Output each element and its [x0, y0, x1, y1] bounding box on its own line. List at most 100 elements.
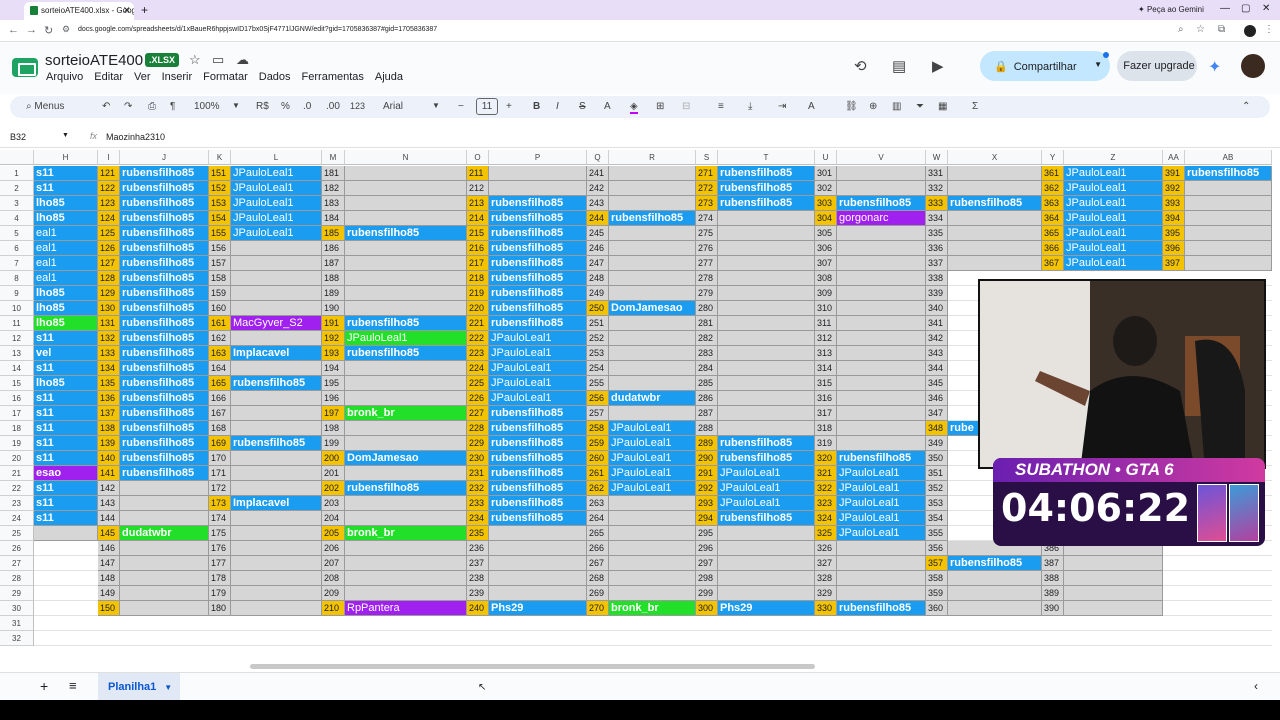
- bookmark-star-icon[interactable]: ☆: [1196, 24, 1205, 35]
- cell-l20[interactable]: [231, 451, 322, 466]
- cell-i8[interactable]: 128: [98, 271, 120, 286]
- site-info-icon[interactable]: ⚙: [62, 24, 70, 35]
- cell-m21[interactable]: 201: [322, 466, 345, 481]
- cell-s24[interactable]: 294: [696, 511, 718, 526]
- cell-p26[interactable]: [489, 541, 587, 556]
- cell-u18[interactable]: 318: [815, 421, 837, 436]
- horizontal-align-icon[interactable]: ≡: [718, 101, 724, 112]
- strikethrough-icon[interactable]: S: [579, 101, 586, 112]
- cell-p21[interactable]: rubensfilho85: [489, 466, 587, 481]
- cell-y4[interactable]: 364: [1042, 211, 1064, 226]
- cell-p12[interactable]: JPauloLeal1: [489, 331, 587, 346]
- cell-i14[interactable]: 134: [98, 361, 120, 376]
- cell-u19[interactable]: 319: [815, 436, 837, 451]
- cell-w19[interactable]: 349: [926, 436, 948, 451]
- cell-j29[interactable]: [120, 586, 209, 601]
- cell-n28[interactable]: [345, 571, 467, 586]
- cell-m15[interactable]: 195: [322, 376, 345, 391]
- cell-h22[interactable]: s11: [34, 481, 98, 496]
- cell-s5[interactable]: 275: [696, 226, 718, 241]
- cell-l16[interactable]: [231, 391, 322, 406]
- cell-i19[interactable]: 139: [98, 436, 120, 451]
- cell-i17[interactable]: 137: [98, 406, 120, 421]
- cell-w22[interactable]: 352: [926, 481, 948, 496]
- cell-v6[interactable]: [837, 241, 926, 256]
- cell-i2[interactable]: 122: [98, 181, 120, 196]
- cell-q3[interactable]: 243: [587, 196, 609, 211]
- font-size-increase-icon[interactable]: +: [506, 101, 512, 112]
- cell-x2[interactable]: [948, 181, 1042, 196]
- cell-q14[interactable]: 254: [587, 361, 609, 376]
- cell-n16[interactable]: [345, 391, 467, 406]
- cell-s13[interactable]: 283: [696, 346, 718, 361]
- cell-x5[interactable]: [948, 226, 1042, 241]
- cell-m13[interactable]: 193: [322, 346, 345, 361]
- comments-icon[interactable]: ▤: [892, 57, 906, 75]
- cell-h4[interactable]: lho85: [34, 211, 98, 226]
- cell-h12[interactable]: s11: [34, 331, 98, 346]
- cell-i21[interactable]: 141: [98, 466, 120, 481]
- cell-t21[interactable]: JPauloLeal1: [718, 466, 815, 481]
- cell-z28[interactable]: [1064, 571, 1163, 586]
- bold-icon[interactable]: B: [533, 101, 540, 112]
- column-header-x[interactable]: X: [948, 150, 1042, 165]
- cell-j21[interactable]: rubensfilho85: [120, 466, 209, 481]
- cell-h11[interactable]: lho85: [34, 316, 98, 331]
- cell-v26[interactable]: [837, 541, 926, 556]
- cell-h16[interactable]: s11: [34, 391, 98, 406]
- font-size-input[interactable]: 11: [476, 98, 498, 115]
- cell-j2[interactable]: rubensfilho85: [120, 181, 209, 196]
- cell-r24[interactable]: [609, 511, 696, 526]
- cell-w4[interactable]: 334: [926, 211, 948, 226]
- select-all-corner[interactable]: [0, 150, 34, 165]
- cell-t16[interactable]: [718, 391, 815, 406]
- cell-m24[interactable]: 204: [322, 511, 345, 526]
- cell-k21[interactable]: 171: [209, 466, 231, 481]
- cell-j10[interactable]: rubensfilho85: [120, 301, 209, 316]
- cell-p10[interactable]: rubensfilho85: [489, 301, 587, 316]
- cell-o8[interactable]: 218: [467, 271, 489, 286]
- cell-s11[interactable]: 281: [696, 316, 718, 331]
- cell-j15[interactable]: rubensfilho85: [120, 376, 209, 391]
- cell-t3[interactable]: rubensfilho85: [718, 196, 815, 211]
- cell-z6[interactable]: JPauloLeal1: [1064, 241, 1163, 256]
- cell-t4[interactable]: [718, 211, 815, 226]
- row-header-9[interactable]: 9: [0, 286, 34, 301]
- cell-s23[interactable]: 293: [696, 496, 718, 511]
- cell-w12[interactable]: 342: [926, 331, 948, 346]
- cell-s3[interactable]: 273: [696, 196, 718, 211]
- cell-t14[interactable]: [718, 361, 815, 376]
- cell-l24[interactable]: [231, 511, 322, 526]
- cell-n9[interactable]: [345, 286, 467, 301]
- cell-p28[interactable]: [489, 571, 587, 586]
- cell-n8[interactable]: [345, 271, 467, 286]
- cell-u22[interactable]: 322: [815, 481, 837, 496]
- cell-w16[interactable]: 346: [926, 391, 948, 406]
- cell-o26[interactable]: 236: [467, 541, 489, 556]
- cell-y29[interactable]: 389: [1042, 586, 1064, 601]
- cell-t19[interactable]: rubensfilho85: [718, 436, 815, 451]
- cell-o4[interactable]: 214: [467, 211, 489, 226]
- cell-r6[interactable]: [609, 241, 696, 256]
- cell-k16[interactable]: 166: [209, 391, 231, 406]
- cell-n11[interactable]: rubensfilho85: [345, 316, 467, 331]
- cell-n22[interactable]: rubensfilho85: [345, 481, 467, 496]
- cell-r10[interactable]: DomJamesao: [609, 301, 696, 316]
- cell-t12[interactable]: [718, 331, 815, 346]
- cell-z30[interactable]: [1064, 601, 1163, 616]
- row-header-17[interactable]: 17: [0, 406, 34, 421]
- sheet-tab-planilha1[interactable]: Planilha1 ▼: [98, 673, 180, 701]
- cell-h23[interactable]: s11: [34, 496, 98, 511]
- cell-z1[interactable]: JPauloLeal1: [1064, 166, 1163, 181]
- cell-i9[interactable]: 129: [98, 286, 120, 301]
- cell-w3[interactable]: 333: [926, 196, 948, 211]
- cell-s25[interactable]: 295: [696, 526, 718, 541]
- cell-y27[interactable]: 387: [1042, 556, 1064, 571]
- row-header-13[interactable]: 13: [0, 346, 34, 361]
- cell-m3[interactable]: 183: [322, 196, 345, 211]
- cell-h9[interactable]: lho85: [34, 286, 98, 301]
- cell-s26[interactable]: 296: [696, 541, 718, 556]
- cell-m23[interactable]: 203: [322, 496, 345, 511]
- cell-k15[interactable]: 165: [209, 376, 231, 391]
- cell-o19[interactable]: 229: [467, 436, 489, 451]
